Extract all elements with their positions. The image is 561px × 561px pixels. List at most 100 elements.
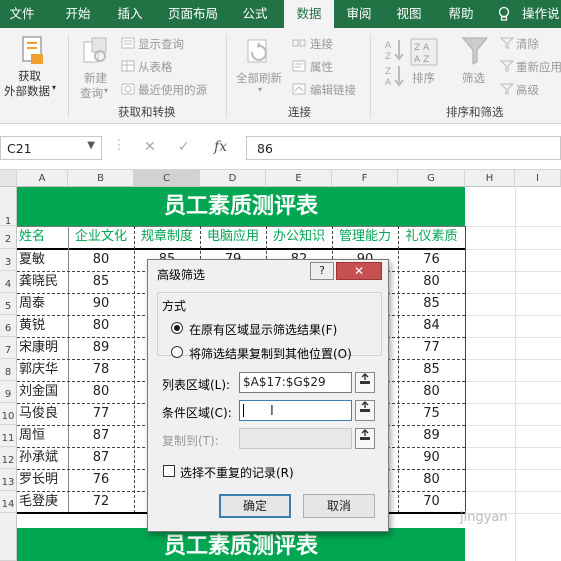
connections-button[interactable]: 连接 bbox=[310, 36, 333, 52]
sheet-title-copy[interactable]: 员工素质测评表 bbox=[17, 528, 465, 561]
select-all-corner[interactable] bbox=[0, 170, 17, 187]
close-button[interactable]: ✕ bbox=[336, 262, 382, 280]
row-header-4[interactable]: 4 bbox=[0, 271, 17, 293]
list-range-input[interactable]: $A$17:$G$29 bbox=[239, 372, 352, 393]
row-header-2[interactable]: 2 bbox=[0, 226, 17, 249]
cell-computer-partial[interactable]: 79 bbox=[200, 249, 266, 259]
col-header-h[interactable]: H bbox=[465, 170, 515, 187]
advanced-button[interactable]: 高级 bbox=[516, 82, 539, 98]
cell-etiquette[interactable]: 80 bbox=[398, 381, 465, 403]
cell-name[interactable]: 龚晓民 bbox=[19, 271, 67, 293]
cell-name[interactable]: 夏敏 bbox=[19, 249, 67, 271]
unique-records-label[interactable]: 选择不重复的记录(R) bbox=[180, 464, 294, 481]
option-copy-to-location[interactable]: 将筛选结果复制到其他位置(O) bbox=[189, 345, 352, 362]
col-header-g[interactable]: G bbox=[398, 170, 465, 187]
header-rules[interactable]: 规章制度 bbox=[134, 226, 200, 248]
col-header-c[interactable]: C bbox=[134, 170, 200, 187]
new-query-label[interactable]: 查询 bbox=[80, 85, 103, 101]
cell-name[interactable]: 郭庆华 bbox=[19, 359, 67, 381]
col-header-b[interactable]: B bbox=[68, 170, 134, 187]
chevron-down-icon[interactable]: ▼ bbox=[87, 140, 95, 151]
col-header-a[interactable]: A bbox=[17, 170, 68, 187]
refresh-all-button[interactable]: 全部刷新 bbox=[236, 70, 282, 86]
name-box[interactable]: C21 ▼ bbox=[0, 136, 102, 160]
cell-name[interactable]: 周泰 bbox=[19, 293, 67, 315]
check-icon[interactable]: ✓ bbox=[178, 139, 190, 155]
cell-office-partial[interactable]: 82 bbox=[266, 249, 332, 259]
cell-name[interactable]: 周恒 bbox=[19, 425, 67, 447]
col-header-i[interactable]: I bbox=[515, 170, 561, 187]
tell-me-search[interactable]: 操作说 bbox=[522, 0, 561, 28]
tab-view[interactable]: 视图 bbox=[388, 0, 430, 28]
cell-name[interactable]: 毛登庚 bbox=[19, 491, 67, 513]
recent-sources-button[interactable]: 最近使用的源 bbox=[138, 82, 207, 98]
tab-file[interactable]: 文件 bbox=[0, 0, 44, 28]
header-computer[interactable]: 电脑应用 bbox=[200, 226, 266, 248]
collapse-dialog-icon[interactable] bbox=[355, 400, 375, 421]
cell-culture[interactable]: 87 bbox=[68, 447, 134, 469]
ok-button[interactable]: 确定 bbox=[219, 494, 291, 518]
cell-management-partial[interactable]: 90 bbox=[332, 249, 398, 259]
tab-formulas[interactable]: 公式 bbox=[232, 0, 278, 28]
collapse-dialog-icon[interactable] bbox=[355, 372, 375, 393]
cell-etiquette[interactable]: 80 bbox=[398, 469, 465, 491]
help-button[interactable]: ? bbox=[310, 262, 334, 280]
properties-button[interactable]: 属性 bbox=[310, 59, 333, 75]
cell-etiquette[interactable]: 85 bbox=[398, 359, 465, 381]
cell-culture[interactable]: 78 bbox=[68, 359, 134, 381]
cell-culture[interactable]: 76 bbox=[68, 469, 134, 491]
cell-name[interactable]: 孙承斌 bbox=[19, 447, 67, 469]
cell-etiquette[interactable]: 89 bbox=[398, 425, 465, 447]
col-header-f[interactable]: F bbox=[332, 170, 398, 187]
cell-culture[interactable]: 80 bbox=[68, 315, 134, 337]
header-etiquette[interactable]: 礼仪素质 bbox=[398, 226, 465, 248]
cell-name[interactable]: 黄锐 bbox=[19, 315, 67, 337]
cell-name[interactable]: 罗长明 bbox=[19, 469, 67, 491]
cell-etiquette[interactable]: 70 bbox=[398, 491, 465, 513]
cell-etiquette[interactable]: 77 bbox=[398, 337, 465, 359]
cell-rules-partial[interactable]: 85 bbox=[134, 249, 200, 259]
header-management[interactable]: 管理能力 bbox=[332, 226, 398, 248]
row-header-3[interactable]: 3 bbox=[0, 249, 17, 271]
collapse-dialog-icon[interactable] bbox=[355, 428, 375, 449]
header-office[interactable]: 办公知识 bbox=[266, 226, 332, 248]
cancel-icon[interactable]: ✕ bbox=[144, 139, 156, 155]
cell-culture[interactable]: 89 bbox=[68, 337, 134, 359]
get-external-data-button[interactable]: 获取 bbox=[18, 68, 41, 84]
cell-name[interactable]: 马俊良 bbox=[19, 403, 67, 425]
row-header-8[interactable]: 8 bbox=[0, 359, 17, 381]
get-external-data-label[interactable]: 外部数据 bbox=[4, 83, 50, 99]
cell-etiquette[interactable]: 84 bbox=[398, 315, 465, 337]
header-culture[interactable]: 企业文化 bbox=[68, 226, 134, 248]
tab-review[interactable]: 审阅 bbox=[338, 0, 380, 28]
cell-name[interactable]: 宋康明 bbox=[19, 337, 67, 359]
cell-etiquette[interactable]: 76 bbox=[398, 249, 465, 271]
tab-insert[interactable]: 插入 bbox=[106, 0, 154, 28]
col-header-e[interactable]: E bbox=[266, 170, 332, 187]
cell-etiquette[interactable]: 90 bbox=[398, 447, 465, 469]
sort-button[interactable]: 排序 bbox=[412, 70, 435, 86]
criteria-range-input[interactable]: I bbox=[239, 400, 352, 421]
tab-help[interactable]: 帮助 bbox=[440, 0, 482, 28]
cell-etiquette[interactable]: 75 bbox=[398, 403, 465, 425]
show-queries-button[interactable]: 显示查询 bbox=[138, 36, 184, 52]
cell-culture[interactable]: 77 bbox=[68, 403, 134, 425]
cell-culture[interactable]: 72 bbox=[68, 491, 134, 513]
cell-culture[interactable]: 90 bbox=[68, 293, 134, 315]
radio-filter-in-place[interactable] bbox=[171, 322, 183, 334]
row-header-12[interactable]: 12 bbox=[0, 447, 17, 469]
edit-links-button[interactable]: 编辑链接 bbox=[310, 82, 356, 98]
from-table-button[interactable]: 从表格 bbox=[138, 59, 173, 75]
header-name[interactable]: 姓名 bbox=[19, 226, 67, 248]
cell-culture[interactable]: 87 bbox=[68, 425, 134, 447]
tab-data[interactable]: 数据 bbox=[284, 0, 334, 28]
clear-button[interactable]: 清除 bbox=[516, 36, 539, 52]
row-header-10[interactable]: 10 bbox=[0, 403, 17, 425]
row-header-7[interactable]: 7 bbox=[0, 337, 17, 359]
sheet-title[interactable]: 员工素质测评表 bbox=[17, 187, 465, 226]
cell-culture[interactable]: 80 bbox=[68, 381, 134, 403]
tab-page-layout[interactable]: 页面布局 bbox=[160, 0, 226, 28]
formula-input[interactable]: 86 bbox=[246, 136, 561, 160]
row-header-13[interactable]: 13 bbox=[0, 469, 17, 491]
row-header-6[interactable]: 6 bbox=[0, 315, 17, 337]
